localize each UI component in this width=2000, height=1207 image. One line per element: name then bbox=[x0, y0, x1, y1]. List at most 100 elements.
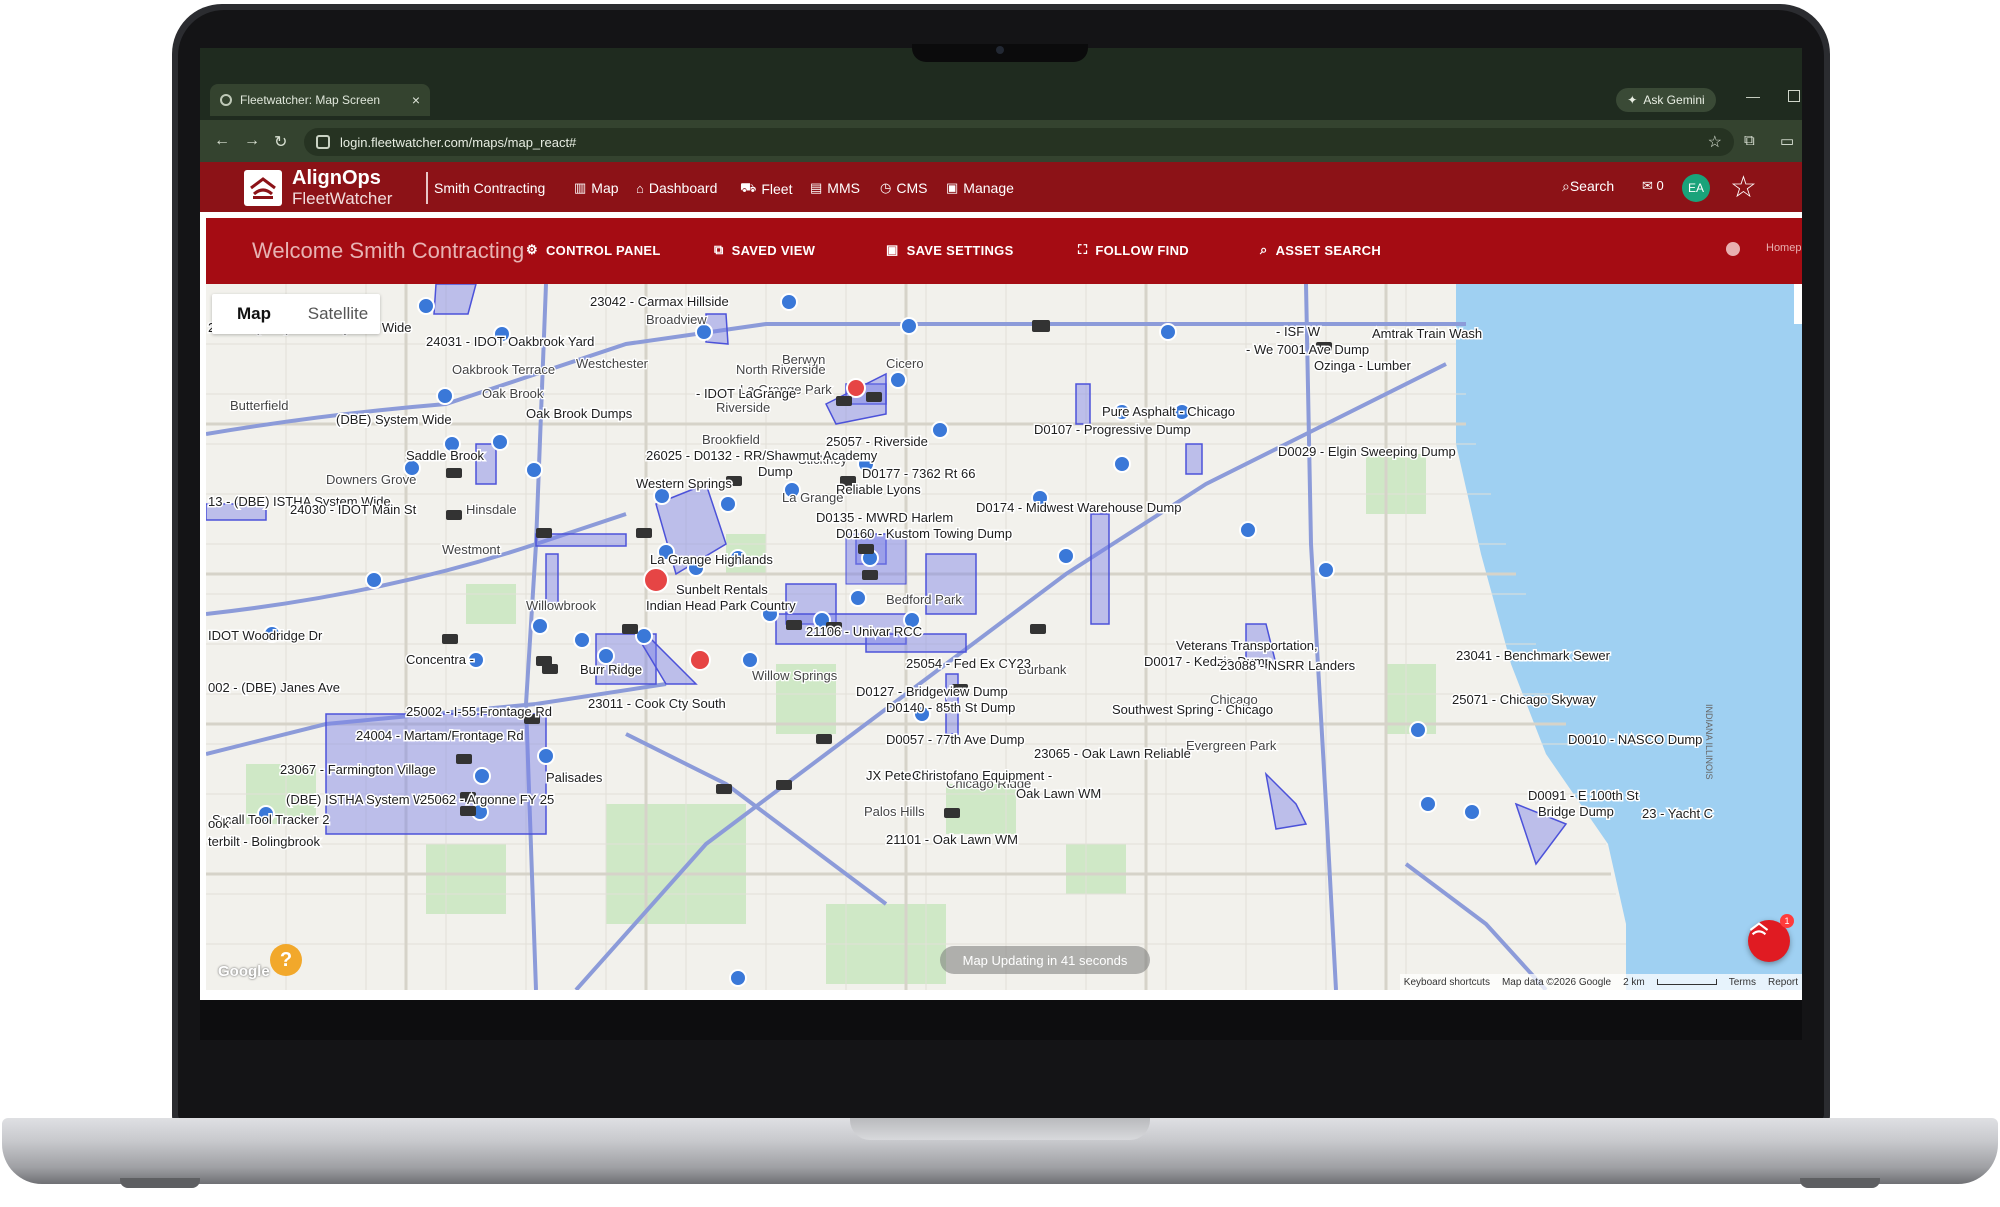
truck-marker-icon[interactable] bbox=[460, 806, 476, 816]
asset-search-button[interactable]: ⌕ ASSET SEARCH bbox=[1260, 242, 1381, 258]
cast-icon[interactable]: ▭ bbox=[1780, 132, 1794, 150]
control-panel-button[interactable]: ⚙ CONTROL PANEL bbox=[526, 242, 661, 258]
follow-find-button[interactable]: ⛶ FOLLOW FIND bbox=[1078, 242, 1189, 258]
truck-marker-icon[interactable] bbox=[836, 396, 852, 406]
keyboard-shortcuts-link[interactable]: Keyboard shortcuts bbox=[1404, 977, 1490, 988]
cluster-marker[interactable] bbox=[491, 433, 509, 451]
cluster-marker[interactable] bbox=[900, 317, 918, 335]
geofence-label[interactable]: - ISF W bbox=[1275, 323, 1323, 341]
geofence-label[interactable]: 23065 - Oak Lawn Reliable bbox=[1033, 745, 1193, 763]
cluster-marker[interactable] bbox=[780, 293, 798, 311]
geofence-label[interactable]: D0091 - E 100th St bbox=[1527, 787, 1641, 805]
truck-marker-icon[interactable] bbox=[536, 528, 552, 538]
geofence-label[interactable]: - IDOT LaGrange bbox=[695, 385, 798, 403]
geofence-label[interactable]: Concentra - bbox=[405, 651, 476, 669]
cluster-marker[interactable] bbox=[417, 297, 435, 315]
geofence-label[interactable]: 25071 - Chicago Skyway bbox=[1451, 691, 1598, 709]
forward-icon[interactable]: → bbox=[244, 132, 260, 150]
geofence-label[interactable]: 21106 - Univar RCC bbox=[805, 623, 924, 641]
cluster-marker[interactable] bbox=[729, 969, 747, 987]
save-settings-button[interactable]: ▣ SAVE SETTINGS bbox=[886, 242, 1014, 258]
geofence-label[interactable]: 002 - (DBE) Janes Ave bbox=[207, 679, 342, 697]
nav-fleet[interactable]: ⛟ Fleet bbox=[740, 180, 792, 198]
saved-view-button[interactable]: ⧉ SAVED VIEW bbox=[714, 242, 815, 258]
cluster-marker[interactable] bbox=[1239, 521, 1257, 539]
site-info-icon[interactable] bbox=[316, 135, 330, 149]
cluster-marker[interactable] bbox=[525, 461, 543, 479]
cluster-marker[interactable] bbox=[741, 651, 759, 669]
cluster-marker[interactable] bbox=[436, 387, 454, 405]
cluster-marker[interactable] bbox=[1409, 721, 1427, 739]
address-bar[interactable]: login.fleetwatcher.com/maps/map_react# ☆ bbox=[304, 128, 1734, 156]
truck-marker-icon[interactable] bbox=[866, 392, 882, 402]
geofence-label[interactable]: 23042 - Carmax Hillside bbox=[589, 293, 731, 311]
geofence-label[interactable]: Saddle Brook bbox=[405, 447, 487, 465]
truck-marker-icon[interactable] bbox=[622, 624, 638, 634]
geofence-label[interactable]: Bridge Dump bbox=[1537, 803, 1616, 821]
geofence-label[interactable]: (DBE) System Wide bbox=[335, 411, 454, 429]
truck-marker-icon[interactable] bbox=[442, 634, 458, 644]
cluster-marker[interactable] bbox=[846, 378, 866, 398]
nav-cms[interactable]: ◷ CMS bbox=[880, 180, 927, 196]
truck-marker-icon[interactable] bbox=[636, 528, 652, 538]
geofence-label[interactable]: Reliable Lyons bbox=[835, 481, 923, 499]
tab-close-icon[interactable]: × bbox=[412, 92, 420, 108]
geofence-label[interactable]: Veterans Transportation, bbox=[1175, 637, 1320, 655]
geofence-label[interactable]: D0174 - Midwest Warehouse Dump bbox=[975, 499, 1183, 517]
truck-marker-icon[interactable] bbox=[446, 468, 462, 478]
truck-marker-icon[interactable] bbox=[786, 620, 802, 630]
cluster-marker[interactable] bbox=[531, 617, 549, 635]
geofence-label[interactable]: 25002 - I-55 Frontage Rd bbox=[405, 703, 554, 721]
geofence-label[interactable]: 25054 - Fed Ex CY23 bbox=[905, 655, 1033, 673]
cluster-marker[interactable] bbox=[689, 649, 711, 671]
cluster-marker[interactable] bbox=[1113, 455, 1131, 473]
reload-icon[interactable]: ↻ bbox=[274, 132, 287, 152]
geofence-label[interactable]: terbilt - Bolingbrook bbox=[207, 833, 322, 851]
cluster-marker[interactable] bbox=[931, 421, 949, 439]
cluster-marker[interactable] bbox=[719, 495, 737, 513]
cluster-marker[interactable] bbox=[635, 627, 653, 645]
header-search[interactable]: ⌕Search bbox=[1562, 178, 1614, 195]
geofence-label[interactable]: Western Springs bbox=[635, 475, 734, 493]
alignops-logo-icon[interactable] bbox=[244, 170, 282, 206]
help-button[interactable]: ? bbox=[270, 944, 302, 976]
geofence-label[interactable]: Palisades bbox=[545, 769, 605, 787]
truck-marker-icon[interactable] bbox=[1030, 624, 1046, 634]
home-toggle[interactable] bbox=[1726, 242, 1740, 256]
geofence-label[interactable]: D0135 - MWRD Harlem bbox=[815, 509, 955, 527]
bookmark-star-icon[interactable]: ☆ bbox=[1708, 132, 1722, 152]
map-canvas[interactable]: Broadview Westchester Berwyn Cicero Nort… bbox=[206, 284, 1802, 990]
geofence-label[interactable]: - We 7001 Ave Dump bbox=[1245, 341, 1371, 359]
fullscreen-button[interactable] bbox=[1794, 284, 1802, 324]
geofence-label[interactable]: Burr Ridge bbox=[579, 661, 644, 679]
truck-marker-icon[interactable] bbox=[456, 754, 472, 764]
geofence-label[interactable]: Oak Lawn WM bbox=[1015, 785, 1103, 803]
truck-marker-icon[interactable] bbox=[716, 784, 732, 794]
favorite-star-icon[interactable]: ☆ bbox=[1730, 170, 1757, 205]
ask-gemini-button[interactable]: ✦ Ask Gemini bbox=[1616, 88, 1716, 112]
geofence-label[interactable]: Southwest Spring - Chicago bbox=[1111, 701, 1275, 719]
geofence-label[interactable]: 24004 - Martam/Frontage Rd bbox=[355, 727, 526, 745]
geofence-label[interactable]: Pure Asphalt - Chicago bbox=[1101, 403, 1237, 421]
truck-marker-icon[interactable] bbox=[542, 664, 558, 674]
geofence-label[interactable]: Indian Head Park Country bbox=[645, 597, 798, 615]
nav-manage[interactable]: ▣ Manage bbox=[946, 180, 1014, 196]
browser-tab[interactable]: Fleetwatcher: Map Screen × bbox=[210, 84, 430, 116]
cluster-marker[interactable] bbox=[1159, 323, 1177, 341]
geofence-label[interactable]: La Grange Highlands bbox=[649, 551, 775, 569]
geofence-label[interactable]: Small Tool Tracker 2 bbox=[211, 811, 332, 829]
geofence-label[interactable]: D0127 - Bridgeview Dump bbox=[855, 683, 1010, 701]
truck-marker-icon[interactable] bbox=[776, 780, 792, 790]
cluster-marker[interactable] bbox=[473, 767, 491, 785]
geofence-label[interactable]: 25062 - Argonne FY 25 bbox=[419, 791, 556, 809]
truck-marker-icon[interactable] bbox=[944, 808, 960, 818]
geofence-label[interactable]: 25057 - Riverside bbox=[825, 433, 930, 451]
truck-marker-icon[interactable] bbox=[1032, 320, 1050, 332]
cluster-marker[interactable] bbox=[1057, 547, 1075, 565]
geofence-label[interactable]: Amtrak Train Wash bbox=[1371, 325, 1484, 343]
cluster-marker[interactable] bbox=[849, 589, 867, 607]
geofence-label[interactable]: 24030 - IDOT Main St bbox=[289, 501, 419, 519]
truck-marker-icon[interactable] bbox=[858, 544, 874, 554]
geofence-label[interactable]: 23067 - Farmington Village bbox=[279, 761, 438, 779]
geofence-label[interactable]: D0107 - Progressive Dump bbox=[1033, 421, 1193, 439]
